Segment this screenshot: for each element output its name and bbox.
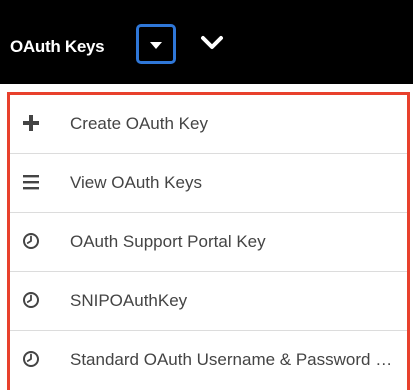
menu-item-label: OAuth Support Portal Key: [70, 232, 266, 251]
module-menu-toggle-button[interactable]: [136, 24, 176, 64]
menu-item-snipoauthkey[interactable]: SNIPOAuthKey: [10, 272, 407, 331]
list-icon: [23, 175, 39, 190]
menu-item-label: Create OAuth Key: [70, 114, 208, 133]
chevron-down-icon[interactable]: [200, 34, 224, 52]
clock-icon: [23, 292, 39, 308]
menu-item-view-oauth-keys[interactable]: View OAuth Keys: [10, 154, 407, 213]
module-tab-oauth-keys[interactable]: OAuth Keys: [10, 37, 105, 57]
menu-item-label: Standard OAuth Username & Password Key: [70, 350, 400, 369]
plus-icon: [23, 115, 39, 131]
menu-item-create-oauth-key[interactable]: Create OAuth Key: [10, 95, 407, 154]
caret-down-icon: [150, 42, 162, 49]
menu-item-standard-oauth-username-password[interactable]: Standard OAuth Username & Password Key: [10, 331, 407, 390]
top-nav-bar: OAuth Keys: [0, 0, 413, 84]
menu-item-label: View OAuth Keys: [70, 173, 202, 192]
clock-icon: [23, 351, 39, 367]
module-dropdown-menu: Create OAuth Key View OAuth Keys OAuth S…: [7, 92, 410, 390]
menu-item-label: SNIPOAuthKey: [70, 291, 188, 310]
menu-item-oauth-support-portal-key[interactable]: OAuth Support Portal Key: [10, 213, 407, 272]
clock-icon: [23, 233, 39, 249]
